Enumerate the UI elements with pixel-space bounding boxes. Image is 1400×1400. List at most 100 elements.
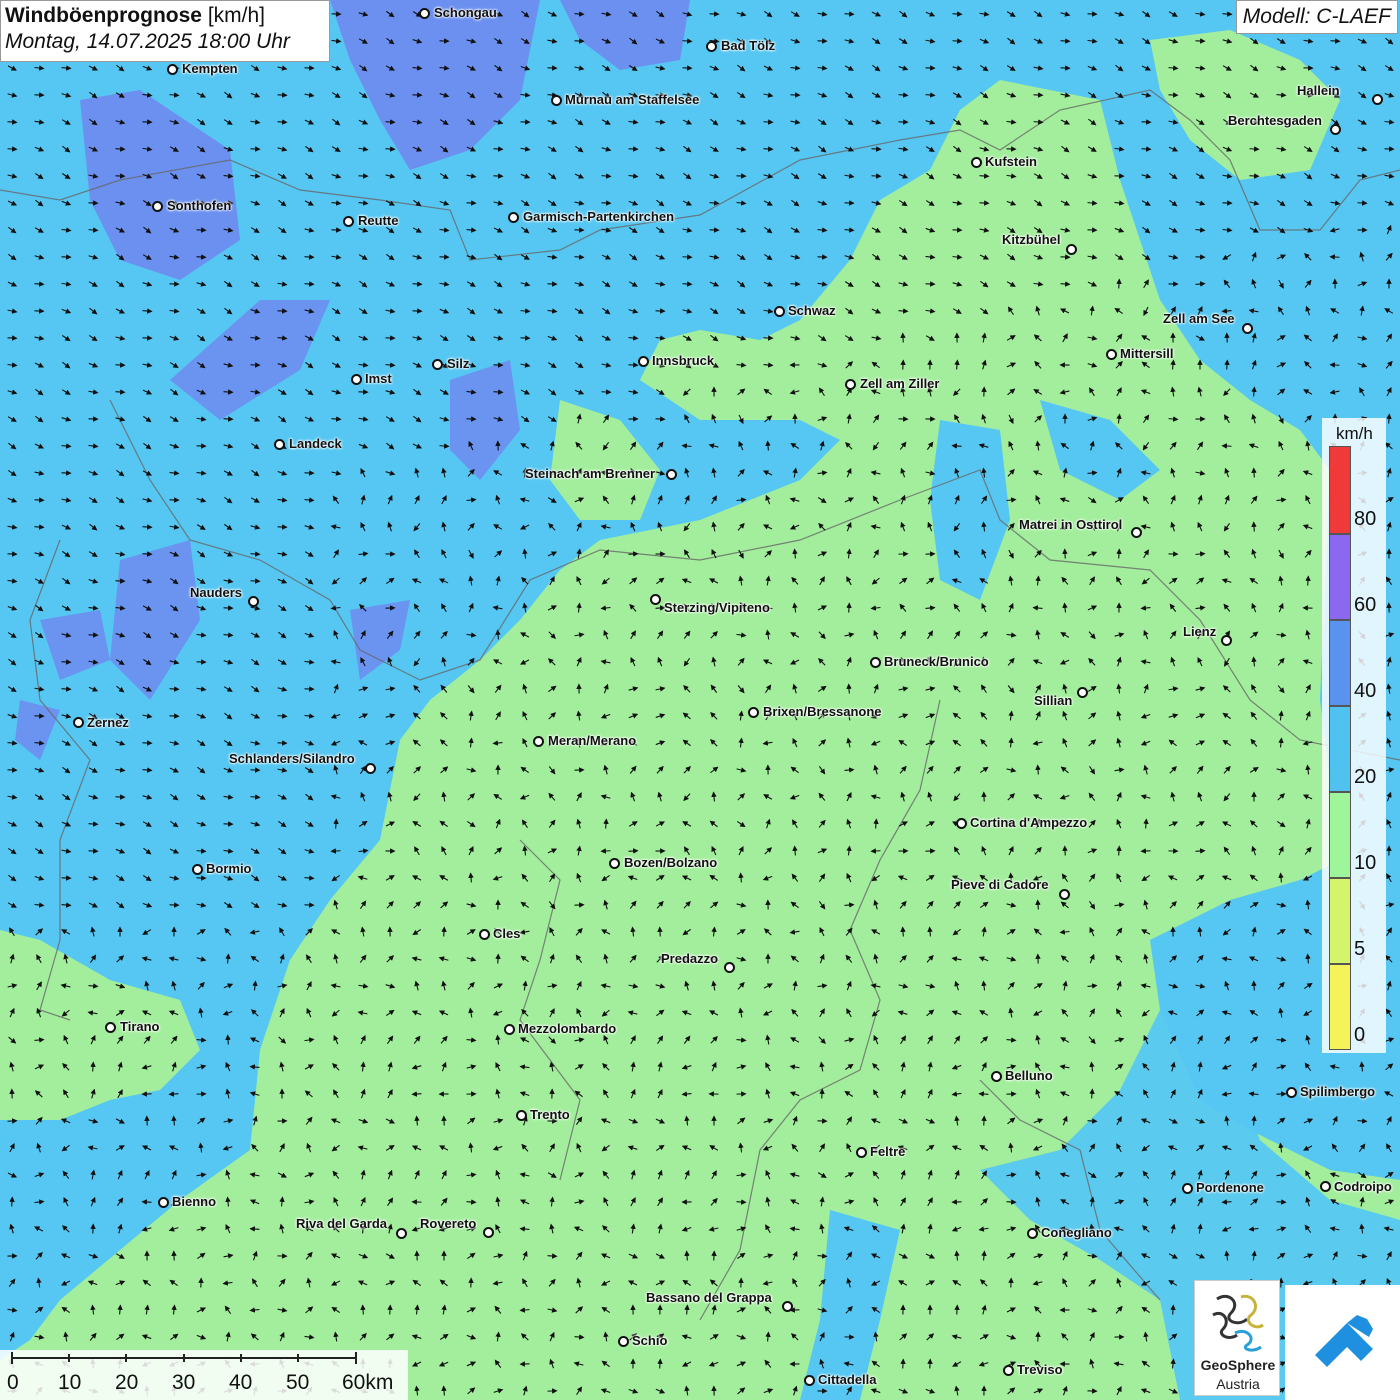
city-marker-icon[interactable] — [991, 1071, 1002, 1082]
city-marker-icon[interactable] — [774, 306, 785, 317]
wind-arrow-icon — [61, 686, 72, 692]
wind-arrow-icon — [115, 146, 126, 152]
wind-arrow-icon — [1116, 845, 1122, 856]
city-label: Bormio — [206, 861, 252, 876]
city-marker-icon[interactable] — [724, 962, 735, 973]
city-label: Cles — [493, 926, 521, 941]
wind-arrow-icon — [277, 119, 288, 125]
city-marker-icon[interactable] — [1242, 323, 1253, 334]
city-marker-icon[interactable] — [870, 657, 881, 668]
city-marker-icon[interactable] — [748, 707, 759, 718]
city-marker-icon[interactable] — [479, 929, 490, 940]
city-marker-icon[interactable] — [638, 356, 649, 367]
city-label: Kempten — [182, 61, 238, 76]
city-marker-icon[interactable] — [365, 763, 376, 774]
city-label: Bozen/Bolzano — [624, 855, 718, 870]
city-marker-icon[interactable] — [845, 379, 856, 390]
city-marker-icon[interactable] — [1131, 527, 1142, 538]
wind-arrow-icon — [168, 1091, 179, 1097]
city-marker-icon[interactable] — [1372, 94, 1383, 105]
city-marker-icon[interactable] — [274, 439, 285, 450]
wind-arrow-icon — [682, 38, 693, 44]
wind-arrow-icon — [360, 1304, 366, 1315]
city-marker-icon[interactable] — [1027, 1228, 1038, 1239]
city-marker-icon[interactable] — [1077, 687, 1088, 698]
city-marker-icon[interactable] — [971, 157, 982, 168]
city-marker-icon[interactable] — [956, 818, 967, 829]
city-marker-icon[interactable] — [782, 1301, 793, 1312]
city-marker-icon[interactable] — [432, 359, 443, 370]
city-marker-icon[interactable] — [856, 1147, 867, 1158]
wind-arrow-icon — [250, 794, 261, 800]
city-marker-icon[interactable] — [192, 864, 203, 875]
city-marker-icon[interactable] — [650, 594, 661, 605]
city-marker-icon[interactable] — [1286, 1087, 1297, 1098]
wind-arrow-icon — [520, 308, 531, 314]
city-marker-icon[interactable] — [609, 858, 620, 869]
city-marker-icon[interactable] — [419, 8, 430, 19]
wind-arrow-icon — [870, 848, 881, 854]
wind-arrow-icon — [1116, 278, 1122, 289]
map-title-unit: [km/h] — [207, 4, 265, 27]
city-marker-icon[interactable] — [618, 1336, 629, 1347]
city-marker-icon[interactable] — [396, 1228, 407, 1239]
wind-arrow-icon — [628, 848, 639, 854]
city-marker-icon[interactable] — [1320, 1181, 1331, 1192]
city-marker-icon[interactable] — [508, 212, 519, 223]
legend-label: 60 — [1354, 594, 1377, 616]
city-marker-icon[interactable] — [167, 64, 178, 75]
wind-arrow-icon — [34, 281, 45, 287]
wind-arrow-icon — [1035, 764, 1041, 775]
legend-band-80plus — [1329, 446, 1351, 534]
city-marker-icon[interactable] — [73, 717, 84, 728]
scale-label: 40 — [229, 1371, 253, 1394]
wind-arrow-icon — [846, 683, 852, 694]
city-marker-icon[interactable] — [1330, 124, 1341, 135]
wind-arrow-icon — [223, 416, 234, 422]
legend-label: 5 — [1354, 938, 1366, 960]
city-marker-icon[interactable] — [533, 736, 544, 747]
wind-arrow-icon — [1032, 605, 1043, 611]
scale-label: 20 — [115, 1371, 139, 1394]
city-label: Bassano del Grappa — [646, 1290, 772, 1305]
city-label: Nauders — [190, 585, 243, 600]
city-marker-icon[interactable] — [666, 469, 677, 480]
city-marker-icon[interactable] — [248, 596, 259, 607]
wind-arrow-icon — [1168, 416, 1179, 422]
wind-arrow-icon — [61, 659, 72, 665]
city-label: Cortina d'Ampezzo — [970, 815, 1088, 830]
city-marker-icon[interactable] — [804, 1375, 815, 1386]
city-marker-icon[interactable] — [483, 1227, 494, 1238]
city-marker-icon[interactable] — [504, 1024, 515, 1035]
city-label: Pieve di Cadore — [951, 877, 1049, 892]
city-marker-icon[interactable] — [706, 41, 717, 52]
geosphere-logo[interactable]: GeoSphere Austria — [1194, 1280, 1280, 1396]
city-marker-icon[interactable] — [1059, 889, 1070, 900]
city-label: Meran/Merano — [548, 733, 637, 748]
wind-arrow-icon — [1329, 362, 1340, 368]
city-marker-icon[interactable] — [551, 95, 562, 106]
city-marker-icon[interactable] — [1182, 1183, 1193, 1194]
city-marker-icon[interactable] — [1221, 635, 1232, 646]
wind-arrow-icon — [952, 11, 963, 17]
city-marker-icon[interactable] — [343, 216, 354, 227]
city-label: Kufstein — [985, 154, 1037, 169]
city-marker-icon[interactable] — [105, 1022, 116, 1033]
legend-label: 20 — [1354, 766, 1377, 788]
city-marker-icon[interactable] — [152, 201, 163, 212]
city-label: Feltre — [870, 1144, 906, 1159]
wind-arrow-icon — [88, 821, 99, 827]
wind-gust-map[interactable]: Schongau Bad Tölz Kempten Murnau am Staffel… — [0, 0, 1400, 1400]
city-marker-icon[interactable] — [1066, 244, 1077, 255]
wind-arrow-icon — [1224, 359, 1230, 370]
city-marker-icon[interactable] — [1003, 1365, 1014, 1376]
city-marker-icon[interactable] — [516, 1110, 527, 1121]
wind-arrow-icon — [574, 11, 585, 17]
wind-arrow-icon — [846, 602, 852, 613]
weather-app-icon[interactable] — [1285, 1285, 1400, 1400]
wind-arrow-icon — [466, 1199, 477, 1205]
city-label: Treviso — [1017, 1362, 1063, 1377]
city-marker-icon[interactable] — [1106, 349, 1117, 360]
city-marker-icon[interactable] — [158, 1197, 169, 1208]
city-marker-icon[interactable] — [351, 374, 362, 385]
